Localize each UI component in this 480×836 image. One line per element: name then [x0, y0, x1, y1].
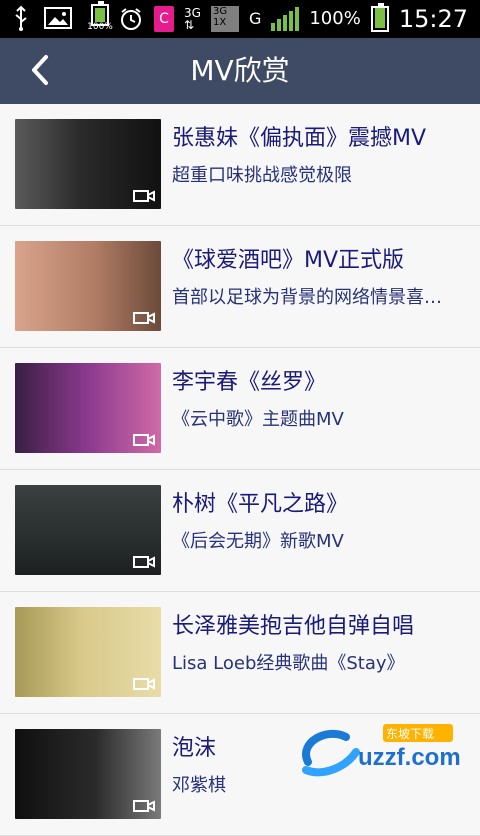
mv-list-item[interactable]: 《球爱酒吧》MV正式版 首部以足球为背景的网络情景喜… [0, 226, 480, 348]
mv-subtitle: 超重口味挑战感觉极限 [172, 165, 352, 186]
mv-title: 长泽雅美抱吉他自弹自唱 [172, 614, 415, 639]
clock-time: 15:27 [398, 5, 468, 33]
gallery-icon [44, 7, 72, 29]
signal-3g-icon: 3G 1X [210, 6, 239, 32]
video-camera-icon [133, 556, 155, 568]
mv-text: 《球爱酒吧》MV正式版 首部以足球为背景的网络情景喜… [172, 242, 470, 309]
battery-small-label: 100% [87, 22, 113, 32]
mv-text: 朴树《平凡之路》 《后会无期》新歌MV [172, 486, 470, 553]
signal-1x-text: 1X [212, 17, 227, 28]
video-camera-icon [133, 800, 155, 812]
mv-title: 《球爱酒吧》MV正式版 [172, 248, 405, 273]
video-thumbnail [15, 119, 161, 209]
mv-list-item[interactable]: 长泽雅美抱吉他自弹自唱 Lisa Loeb经典歌曲《Stay》 [0, 592, 480, 714]
video-thumbnail [15, 485, 161, 575]
mv-list-item[interactable]: 朴树《平凡之路》 《后会无期》新歌MV [0, 470, 480, 592]
updown-arrows-icon: ⇅ [184, 18, 195, 32]
watermark-logo: uzzf.com 东坡下载 [288, 722, 468, 782]
mv-subtitle: Lisa Loeb经典歌曲《Stay》 [172, 653, 405, 674]
status-left: 100% [12, 1, 114, 32]
network-3g-label: 3G ⇅ [184, 7, 201, 31]
video-camera-icon [133, 312, 155, 324]
mv-text: 长泽雅美抱吉他自弹自唱 Lisa Loeb经典歌曲《Stay》 [172, 608, 470, 675]
mv-title: 张惠妹《偏执面》震撼MV [172, 126, 427, 151]
watermark-tag: 东坡下载 [386, 727, 435, 741]
mv-subtitle: 《云中歌》主题曲MV [172, 409, 344, 430]
status-bar: 100% C 3G ⇅ 3G 1X G 100% 15:27 [0, 0, 480, 38]
video-camera-icon [133, 190, 155, 202]
watermark-brand: uzzf.com [358, 744, 461, 771]
video-camera-icon [133, 434, 155, 446]
page-title: MV欣赏 [190, 54, 290, 87]
video-thumbnail [15, 363, 161, 453]
battery-icon [370, 3, 389, 32]
status-right: C 3G ⇅ 3G 1X G 100% 15:27 [118, 3, 468, 34]
mv-text: 张惠妹《偏执面》震撼MV 超重口味挑战感觉极限 [172, 120, 470, 187]
mv-subtitle: 《后会无期》新歌MV [172, 531, 344, 552]
video-thumbnail [15, 729, 161, 819]
video-thumbnail [15, 607, 161, 697]
signal-3g-text: 3G [212, 6, 228, 17]
battery-small-icon: 100% [86, 1, 114, 32]
signal-strength-icon [271, 7, 300, 31]
mv-list-item[interactable]: 张惠妹《偏执面》震撼MV 超重口味挑战感觉极限 [0, 104, 480, 226]
mv-text: 李宇春《丝罗》 《云中歌》主题曲MV [172, 364, 470, 431]
app-badge-icon: C [154, 6, 175, 32]
video-camera-icon [133, 678, 155, 690]
mv-title: 朴树《平凡之路》 [172, 492, 349, 517]
mv-title: 李宇春《丝罗》 [172, 370, 327, 395]
app-header: MV欣赏 [0, 38, 480, 104]
mv-list-item[interactable]: 李宇春《丝罗》 《云中歌》主题曲MV [0, 348, 480, 470]
alarm-icon [121, 8, 142, 30]
video-thumbnail [15, 241, 161, 331]
battery-percent: 100% [309, 8, 361, 29]
usb-icon [15, 5, 27, 31]
mv-subtitle: 首部以足球为背景的网络情景喜… [172, 287, 442, 308]
g-label: G [248, 9, 262, 28]
